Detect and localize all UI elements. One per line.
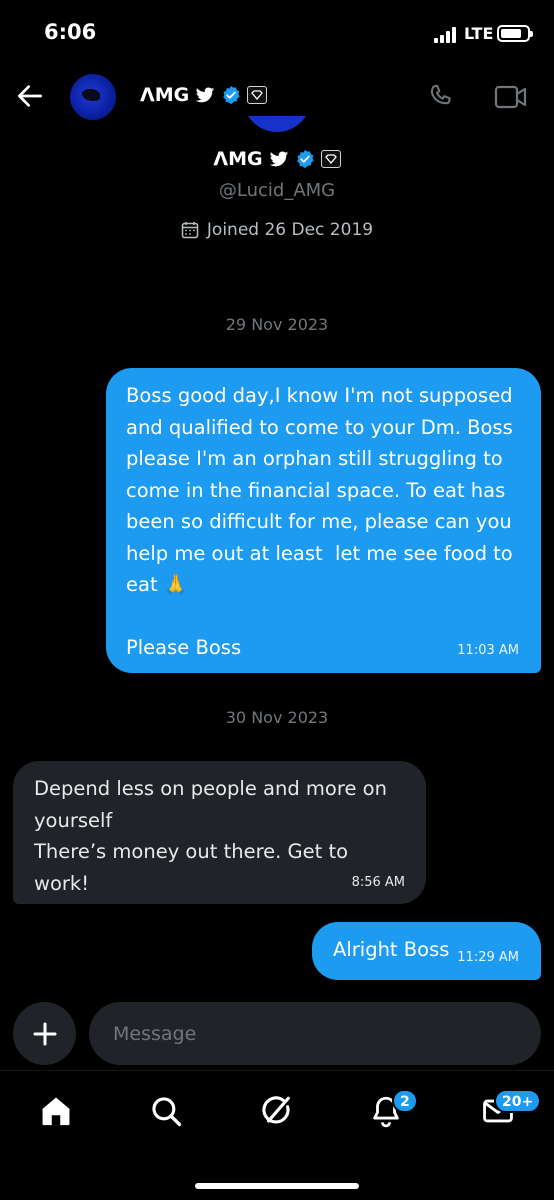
profile-handle: @Lucid_AMG [218, 180, 336, 201]
status-bar: 6:06 LTE [0, 0, 554, 70]
header-name[interactable]: ΛMG [140, 84, 268, 106]
header-name-text: ΛMG [140, 84, 190, 106]
phone-icon[interactable] [426, 82, 456, 112]
network-label: LTE [464, 24, 494, 43]
incoming-message[interactable]: Depend less on people and more on yourse… [13, 761, 426, 904]
message-text: Boss good day,I know I'm not supposed an… [126, 384, 513, 659]
bottom-nav: 2 20+ [0, 1070, 554, 1200]
calendar-icon [181, 222, 199, 239]
profile-name: ΛMG [0, 148, 554, 170]
profile-avatar[interactable] [243, 116, 311, 132]
status-time: 6:06 [44, 20, 97, 44]
date-separator: 29 Nov 2023 [225, 315, 329, 334]
verified-badge-icon [296, 149, 314, 169]
grok-icon [262, 1096, 290, 1124]
verified-badge-icon [223, 85, 240, 105]
profile-name-text: ΛMG [213, 148, 263, 170]
signal-icon [434, 27, 458, 43]
back-arrow-icon[interactable] [14, 80, 46, 112]
bird-icon [196, 87, 215, 102]
home-icon [42, 1097, 70, 1126]
nav-home[interactable] [36, 1091, 76, 1131]
message-time: 11:29 AM [457, 950, 519, 965]
message-time: 11:03 AM [457, 643, 519, 658]
outgoing-message[interactable]: Alright Boss 11:29 AM [312, 922, 541, 980]
add-attachment-button[interactable] [13, 1002, 76, 1065]
search-icon [152, 1097, 182, 1127]
affiliation-badge-icon [320, 150, 341, 168]
nav-grok[interactable] [257, 1091, 297, 1131]
message-time: 8:56 AM [351, 875, 405, 890]
affiliation-badge-icon [247, 86, 268, 104]
avatar[interactable] [70, 74, 116, 120]
message-input[interactable] [89, 1002, 541, 1065]
date-separator: 30 Nov 2023 [225, 708, 329, 727]
video-call-icon[interactable] [494, 84, 528, 110]
notifications-badge: 2 [392, 1089, 418, 1113]
profile-joined: Joined 26 Dec 2019 [0, 220, 554, 240]
battery-level [501, 29, 521, 38]
messages-badge: 20+ [494, 1089, 542, 1113]
home-indicator [195, 1183, 359, 1189]
nav-search[interactable] [146, 1091, 186, 1131]
joined-text: Joined 26 Dec 2019 [206, 220, 374, 240]
plus-icon [33, 1022, 56, 1045]
bird-icon [269, 151, 288, 166]
outgoing-message[interactable]: Boss good day,I know I'm not supposed an… [106, 368, 541, 673]
battery-icon [497, 25, 533, 42]
